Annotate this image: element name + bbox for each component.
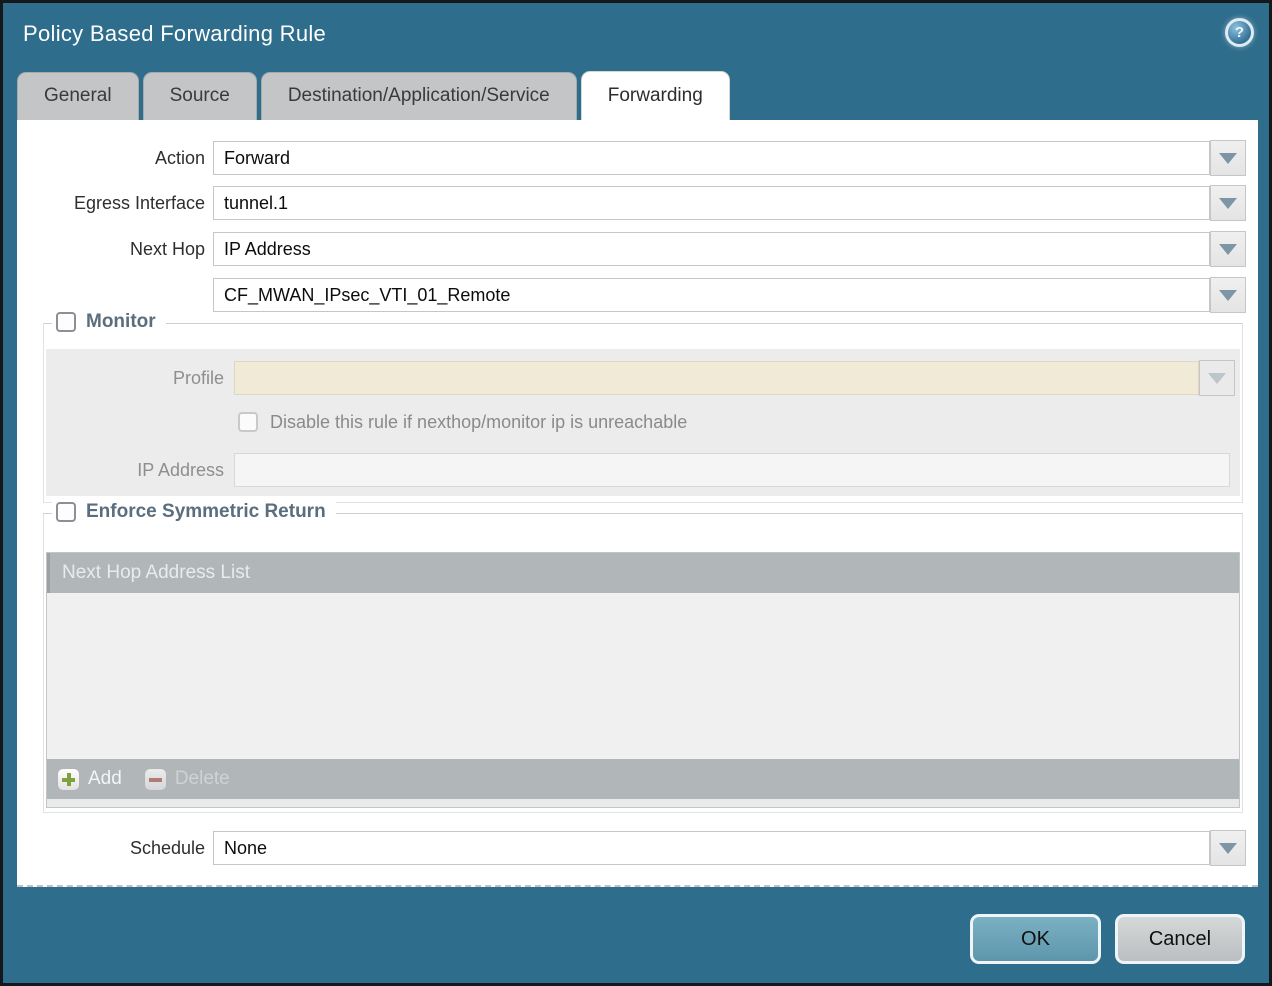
chevron-down-icon bbox=[1219, 244, 1237, 255]
help-icon-glyph: ? bbox=[1235, 24, 1244, 41]
symmetric-return-group: Enforce Symmetric Return Next Hop Addres… bbox=[43, 513, 1243, 813]
tab-general[interactable]: General bbox=[17, 72, 139, 120]
egress-interface-label: Egress Interface bbox=[17, 193, 213, 214]
next-hop-address-list-header-label: Next Hop Address List bbox=[62, 562, 250, 584]
chevron-down-icon bbox=[1219, 153, 1237, 164]
next-hop-row: Next Hop IP Address bbox=[17, 231, 1258, 267]
next-hop-address-row: CF_MWAN_IPsec_VTI_01_Remote bbox=[17, 277, 1258, 313]
next-hop-address-list-body[interactable] bbox=[47, 593, 1239, 759]
disable-rule-row: Disable this rule if nexthop/monitor ip … bbox=[46, 409, 1240, 435]
next-hop-address-field[interactable]: CF_MWAN_IPsec_VTI_01_Remote bbox=[213, 278, 1210, 312]
next-hop-label: Next Hop bbox=[17, 239, 213, 260]
monitor-title: Monitor bbox=[86, 311, 156, 333]
cancel-button[interactable]: Cancel bbox=[1115, 914, 1245, 964]
disable-rule-label: Disable this rule if nexthop/monitor ip … bbox=[270, 412, 687, 433]
chevron-down-icon bbox=[1219, 843, 1237, 854]
action-field[interactable]: Forward bbox=[213, 141, 1210, 175]
tab-bar: General Source Destination/Application/S… bbox=[17, 72, 730, 120]
delete-button-label: Delete bbox=[175, 768, 230, 790]
egress-interface-dropdown-button[interactable] bbox=[1210, 185, 1246, 221]
next-hop-address-dropdown-button[interactable] bbox=[1210, 277, 1246, 313]
ok-button[interactable]: OK bbox=[970, 914, 1101, 964]
plus-icon bbox=[57, 768, 80, 791]
help-icon[interactable]: ? bbox=[1225, 18, 1254, 47]
add-button-label: Add bbox=[88, 768, 122, 790]
monitor-inner-panel: Profile Disable this rule if nexthop/mon… bbox=[46, 349, 1240, 496]
action-row: Action Forward bbox=[17, 140, 1258, 176]
tab-destination-application-service[interactable]: Destination/Application/Service bbox=[261, 72, 577, 120]
action-dropdown-button[interactable] bbox=[1210, 140, 1246, 176]
next-hop-address-list-toolbar: Add Delete bbox=[47, 759, 1239, 799]
profile-row: Profile bbox=[46, 360, 1240, 396]
profile-field bbox=[234, 361, 1199, 395]
disable-rule-checkbox bbox=[238, 412, 258, 432]
tab-source[interactable]: Source bbox=[143, 72, 257, 120]
chevron-down-icon bbox=[1219, 290, 1237, 301]
monitor-ip-label: IP Address bbox=[46, 460, 234, 481]
forwarding-tab-panel: Action Forward Egress Interface tunnel.1… bbox=[17, 120, 1258, 887]
delete-button: Delete bbox=[144, 768, 230, 791]
monitor-legend: Monitor bbox=[52, 311, 166, 333]
symmetric-return-legend: Enforce Symmetric Return bbox=[52, 501, 336, 523]
monitor-ip-field bbox=[234, 453, 1230, 487]
monitor-checkbox[interactable] bbox=[56, 312, 76, 332]
next-hop-type-field[interactable]: IP Address bbox=[213, 232, 1210, 266]
next-hop-address-list-table: Next Hop Address List Add Delete bbox=[46, 552, 1240, 808]
schedule-dropdown-button[interactable] bbox=[1210, 830, 1246, 866]
egress-interface-field[interactable]: tunnel.1 bbox=[213, 186, 1210, 220]
minus-icon bbox=[144, 768, 167, 791]
table-bottom-strip bbox=[47, 799, 1239, 807]
chevron-down-icon bbox=[1219, 198, 1237, 209]
egress-interface-row: Egress Interface tunnel.1 bbox=[17, 185, 1258, 221]
dialog-title: Policy Based Forwarding Rule bbox=[23, 21, 326, 47]
symmetric-return-checkbox[interactable] bbox=[56, 502, 76, 522]
schedule-row: Schedule None bbox=[17, 830, 1258, 866]
action-label: Action bbox=[17, 148, 213, 169]
schedule-label: Schedule bbox=[17, 838, 213, 859]
tab-forwarding[interactable]: Forwarding bbox=[581, 71, 730, 120]
monitor-ip-row: IP Address bbox=[46, 452, 1240, 488]
profile-label: Profile bbox=[46, 368, 234, 389]
schedule-field[interactable]: None bbox=[213, 831, 1210, 865]
add-button[interactable]: Add bbox=[57, 768, 122, 791]
profile-dropdown-button bbox=[1199, 360, 1235, 396]
next-hop-dropdown-button[interactable] bbox=[1210, 231, 1246, 267]
symmetric-return-title: Enforce Symmetric Return bbox=[86, 501, 326, 523]
next-hop-address-list-header: Next Hop Address List bbox=[47, 553, 1239, 593]
monitor-group: Monitor Profile Disable this rule if nex… bbox=[43, 323, 1243, 503]
chevron-down-icon bbox=[1208, 373, 1226, 384]
